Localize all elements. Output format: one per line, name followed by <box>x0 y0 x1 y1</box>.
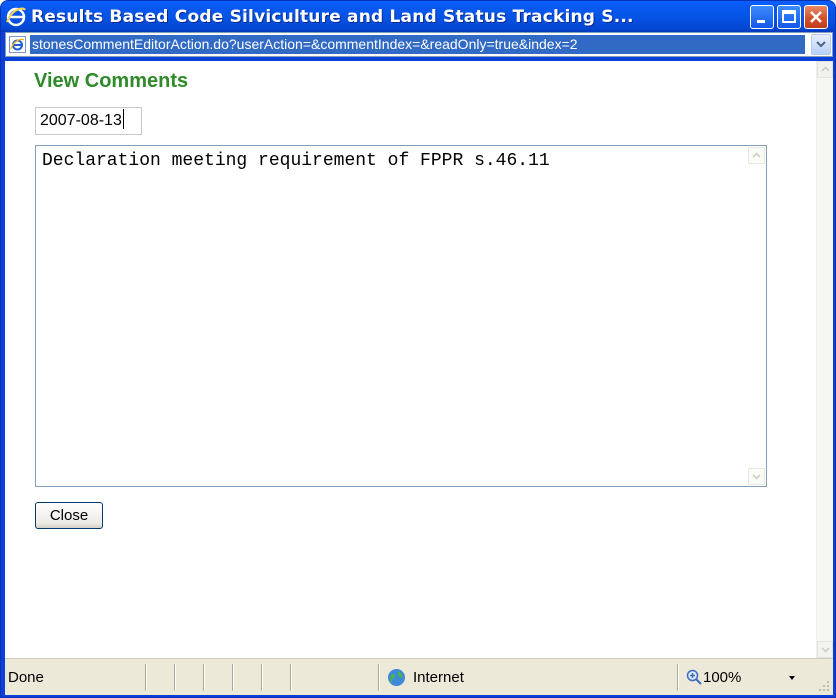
maximize-button[interactable] <box>777 5 801 29</box>
status-bar: Done Internet 100% <box>5 658 833 695</box>
maximize-icon <box>782 10 796 23</box>
address-dropdown-button[interactable] <box>811 34 831 55</box>
resize-grip-icon[interactable] <box>817 679 831 693</box>
text-caret <box>122 109 124 129</box>
zone-label: Internet <box>413 669 464 686</box>
status-separator <box>203 664 205 691</box>
title-bar[interactable]: Results Based Code Silviculture and Land… <box>1 1 835 32</box>
minimize-icon <box>757 20 765 23</box>
ie-icon <box>6 7 26 27</box>
status-separator <box>677 664 679 691</box>
zoom-dropdown-icon[interactable] <box>787 674 797 682</box>
status-separator <box>232 664 234 691</box>
close-icon <box>810 11 822 23</box>
scroll-down-button[interactable] <box>748 468 765 485</box>
zoom-icon[interactable] <box>686 669 702 685</box>
page-scroll-down-button[interactable] <box>817 641 833 658</box>
date-field[interactable]: 2007-08-13 <box>35 107 142 135</box>
close-button[interactable]: Close <box>35 502 103 529</box>
chevron-up-icon <box>752 152 761 158</box>
status-text: Done <box>8 669 44 686</box>
ie-page-icon <box>9 36 26 53</box>
status-separator <box>378 664 380 691</box>
zoom-level[interactable]: 100% <box>703 659 741 696</box>
browser-popup-window: Results Based Code Silviculture and Land… <box>0 0 836 698</box>
chevron-down-icon <box>752 474 761 480</box>
scroll-up-button[interactable] <box>748 147 765 164</box>
chevron-down-icon <box>821 647 830 653</box>
url-text[interactable]: stonesCommentEditorAction.do?userAction=… <box>30 35 805 54</box>
page-content: View Comments 2007-08-13 Declaration mee… <box>5 61 833 658</box>
status-separator <box>145 664 147 691</box>
address-bar[interactable]: stonesCommentEditorAction.do?userAction=… <box>5 32 833 57</box>
minimize-button[interactable] <box>750 5 774 29</box>
status-separator <box>174 664 176 691</box>
page-title: View Comments <box>34 70 189 92</box>
globe-icon <box>388 669 405 686</box>
chevron-down-icon <box>816 41 826 48</box>
chevron-up-icon <box>821 66 830 72</box>
status-separator <box>290 664 292 691</box>
status-separator <box>261 664 263 691</box>
close-window-button[interactable] <box>804 5 828 29</box>
page-scroll-up-button[interactable] <box>817 61 833 78</box>
window-title: Results Based Code Silviculture and Land… <box>31 7 634 27</box>
date-value: 2007-08-13 <box>40 112 122 129</box>
comment-text: Declaration meeting requirement of FPPR … <box>42 151 550 171</box>
page-scrollbar[interactable] <box>816 61 833 658</box>
comment-scrollbar[interactable] <box>748 147 765 485</box>
comment-textarea[interactable]: Declaration meeting requirement of FPPR … <box>35 145 767 487</box>
